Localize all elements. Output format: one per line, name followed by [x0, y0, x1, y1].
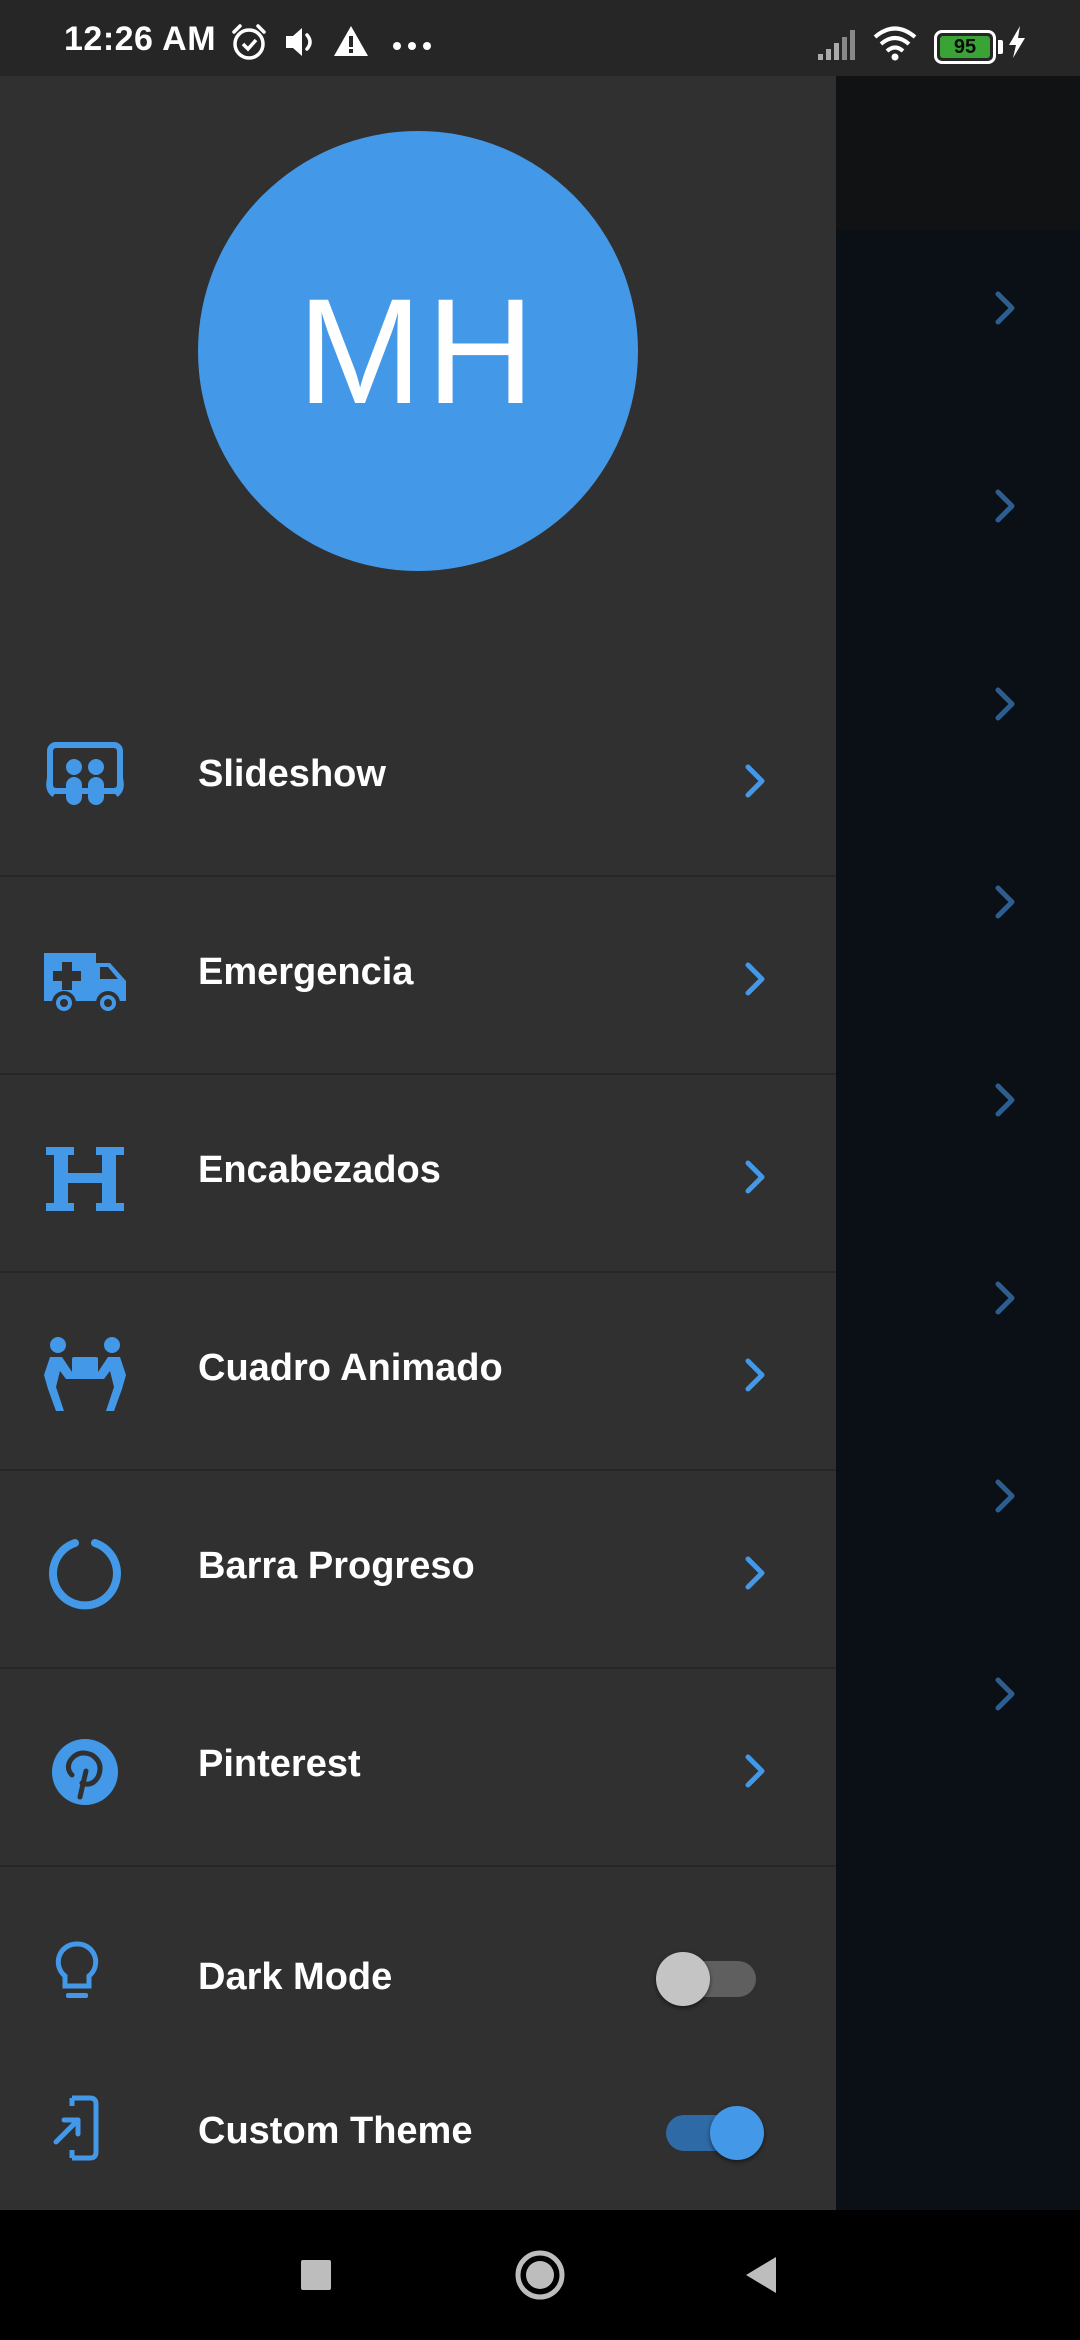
more-dots-icon	[390, 22, 434, 62]
menu-item-barra-progreso[interactable]: Barra Progreso	[0, 1473, 836, 1669]
warning-icon	[332, 22, 370, 62]
chevron-right-icon	[740, 759, 770, 803]
menu-item-encabezados[interactable]: Encabezados	[0, 1077, 836, 1273]
background-chevron-icon[interactable]	[990, 1278, 1020, 1318]
chevron-right-icon	[740, 1749, 770, 1793]
avatar[interactable]: MH	[198, 131, 638, 571]
people-carry-icon	[40, 1331, 130, 1421]
background-chevron-icon[interactable]	[990, 684, 1020, 724]
menu-item-label: Encabezados	[198, 1149, 441, 1191]
background-chevron-icon[interactable]	[990, 288, 1020, 328]
recents-square-icon[interactable]	[286, 2245, 346, 2305]
menu-item-label: Emergencia	[198, 951, 414, 993]
chevron-right-icon	[740, 1155, 770, 1199]
lightbulb-icon	[44, 1934, 110, 2014]
custom-theme-label: Custom Theme	[198, 2110, 473, 2152]
add-to-home-icon	[44, 2088, 110, 2168]
navigation-drawer: MH Slideshow Emergencia Encabezados Cuad…	[0, 76, 836, 2210]
volume-icon	[282, 22, 320, 62]
signal-icon	[816, 22, 862, 62]
pinterest-icon	[40, 1727, 130, 1817]
background-chevron-icon[interactable]	[990, 1080, 1020, 1120]
ambulance-icon	[40, 935, 130, 1025]
menu-item-label: Cuadro Animado	[198, 1347, 503, 1389]
heading-icon	[40, 1133, 130, 1223]
custom-theme-toggle[interactable]	[656, 2098, 764, 2160]
chevron-right-icon	[740, 957, 770, 1001]
menu-item-cuadro-animado[interactable]: Cuadro Animado	[0, 1275, 836, 1471]
toggle-thumb	[710, 2106, 764, 2160]
menu-item-label: Pinterest	[198, 1743, 361, 1785]
dark-mode-label: Dark Mode	[198, 1956, 393, 1998]
menu-item-pinterest[interactable]: Pinterest	[0, 1671, 836, 1867]
menu-item-emergencia[interactable]: Emergencia	[0, 879, 836, 1075]
background-chevron-icon[interactable]	[990, 486, 1020, 526]
chevron-right-icon	[740, 1551, 770, 1595]
background-chevron-icon[interactable]	[990, 882, 1020, 922]
setting-dark-mode: Dark Mode	[0, 1904, 836, 2054]
toggle-thumb	[656, 1952, 710, 2006]
chevron-right-icon	[740, 1353, 770, 1397]
status-bar: 12:26 AM 95	[0, 0, 1080, 76]
back-triangle-icon[interactable]	[732, 2245, 792, 2305]
background-chevron-icon[interactable]	[990, 1476, 1020, 1516]
background-chevron-icon[interactable]	[990, 1674, 1020, 1714]
setting-custom-theme: Custom Theme	[0, 2058, 836, 2208]
home-circle-icon[interactable]	[510, 2245, 570, 2305]
battery-level: 95	[940, 36, 990, 58]
dark-mode-toggle[interactable]	[656, 1944, 764, 2006]
status-time: 12:26 AM	[64, 20, 217, 58]
battery-tip	[998, 40, 1003, 54]
menu-item-slideshow[interactable]: Slideshow	[0, 681, 836, 877]
battery-icon: 95	[934, 30, 996, 64]
circle-notch-icon	[40, 1529, 130, 1619]
menu-item-label: Slideshow	[198, 753, 386, 795]
charging-icon	[1004, 22, 1030, 62]
slideshare-icon	[40, 737, 130, 827]
system-navigation-bar	[0, 2210, 1080, 2340]
menu-item-label: Barra Progreso	[198, 1545, 475, 1587]
wifi-icon	[872, 22, 918, 62]
alarm-icon	[230, 22, 268, 62]
